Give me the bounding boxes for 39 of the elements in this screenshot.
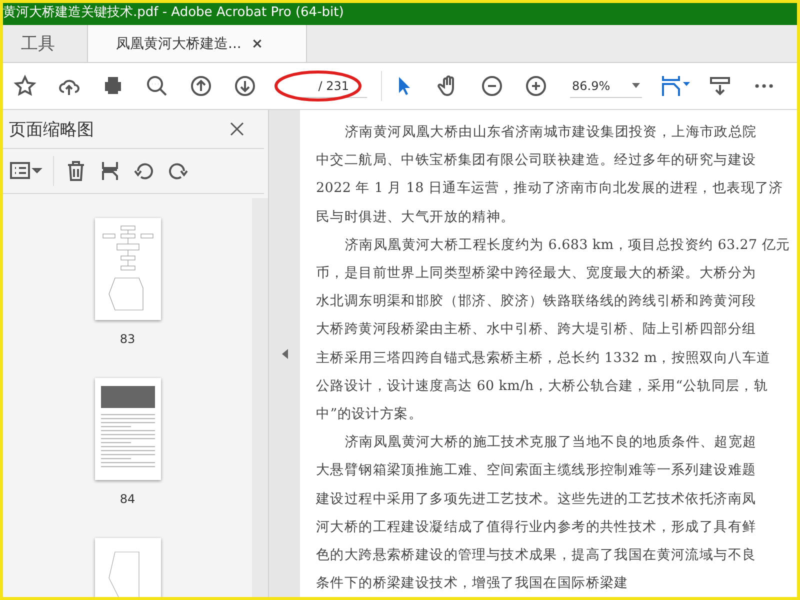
document-text-line: 大悬臂钢箱梁顶推施工难、空间索面主缆线形控制难等一系列建设难题 <box>316 461 756 480</box>
document-text-line: 济南凤凰黄河大桥工程长度约为 6.683 km，项目总投资约 63.27 亿元 <box>344 236 790 255</box>
document-text-line: 主桥采用三塔四跨自锚式悬索桥主桥，总长约 1332 m，按照双向八车道 <box>316 348 771 368</box>
caret-icon <box>632 83 640 88</box>
page-number: 83 <box>120 332 136 346</box>
document-text-line: 河大桥的工程建设凝结成了值得行业内参考的共性技术，形成了具有鲜 <box>316 518 756 537</box>
document-text-line: 水北调东明渠和邯胶（邯济、胶济）铁路联络线的跨线引桥和跨黄河段 <box>316 292 756 312</box>
arrow-down-circle-icon[interactable] <box>233 74 257 98</box>
tab[interactable]: 凤凰黄河大桥建造... × <box>88 25 307 62</box>
document-text-line: 条件下的桥梁建设技术，增强了我国在国际桥梁建 <box>316 574 628 594</box>
page-number-field[interactable]: / 231 <box>297 74 367 98</box>
page-thumbnail[interactable] <box>94 378 160 480</box>
page-number: 84 <box>120 492 136 506</box>
arrow-up-circle-icon[interactable] <box>189 74 213 98</box>
document-text-line: 2022 年 1 月 18 日通车运营，推动了济南市向北发展的进程，也表现了济 <box>316 179 784 198</box>
star-icon[interactable] <box>13 74 37 98</box>
document-text-line: 中交二航局、中铁宝桥集团有限公司联袂建造。经过多年的研究与建设 <box>316 151 756 170</box>
tab-close-button[interactable]: × <box>251 36 264 52</box>
fit-page-icon[interactable] <box>659 74 693 98</box>
document-text-line: 大桥跨黄河段桥梁由主桥、水中引桥、跨大堤引桥、陆上引桥四部分组 <box>316 320 756 340</box>
zoom-search-icon[interactable] <box>145 74 169 98</box>
panel-title: 页面缩略图 <box>9 118 94 140</box>
zoom-in-icon[interactable] <box>524 74 548 98</box>
zoom-dropdown[interactable]: 86.9% <box>570 74 642 98</box>
document-text-line: 建设过程中采用了多项先进工艺技术。这些先进的工艺技术依托济南凤 <box>316 490 756 509</box>
document-text-line: 济南黄河凤凰大桥由山东省济南城市建设集团投资，上海市政总院 <box>344 123 757 142</box>
document-text-line: 中”的设计方案。 <box>316 405 423 424</box>
document-text-line: 济南凤凰黄河大桥的施工技术克服了当地不良的地质条件、超宽超 <box>344 433 757 452</box>
document-text-line: 币，是目前世界上同类型桥梁中跨径最大、宽度最大的桥梁。大桥分为 <box>316 264 756 284</box>
document-text-line: 公路设计，设计速度高达 60 km/h，大桥公轨合建，采用“公轨同层，轨 <box>316 376 768 396</box>
keyboard-download-icon[interactable] <box>708 74 732 98</box>
zoom-out-icon[interactable] <box>480 74 504 98</box>
collapse-arrow-icon[interactable] <box>282 348 288 358</box>
document-text-line: 色的大跨悬索桥建设的管理与技术成果，提高了我国在黄河流域与不良 <box>316 546 756 566</box>
close-icon[interactable] <box>228 120 246 138</box>
window-title: 黄河大桥建造关键技术.pdf - Adobe Acrobat Pro (64-bit) <box>3 3 797 25</box>
scrollbar-track[interactable] <box>252 198 268 597</box>
document-text-line: 民与时俱进、大气开放的精神。 <box>316 208 515 227</box>
page-thumbnail[interactable] <box>94 218 160 320</box>
